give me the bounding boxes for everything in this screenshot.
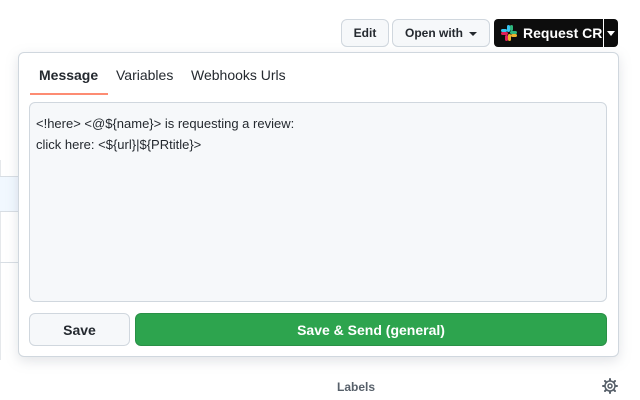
active-tab-indicator: [30, 93, 108, 95]
background-list-row: [0, 176, 20, 212]
request-cr-button[interactable]: Request CR: [494, 19, 603, 47]
tab-message[interactable]: Message: [39, 67, 98, 83]
popover-tabs: Message Variables Webhooks Urls: [19, 53, 618, 95]
message-line: click here: <${url}|${PRtitle}>: [36, 137, 202, 152]
open-with-label: Open with: [405, 26, 463, 40]
background-list-row: [0, 262, 20, 263]
labels-heading: Labels: [337, 380, 376, 394]
save-button-label: Save: [63, 321, 96, 338]
edit-button-label: Edit: [353, 26, 377, 40]
slack-icon: [501, 25, 517, 41]
request-cr-dropdown[interactable]: [603, 19, 618, 47]
open-with-button[interactable]: Open with: [392, 19, 490, 47]
request-cr-popover: Message Variables Webhooks Urls <!here> …: [18, 52, 619, 357]
edit-button[interactable]: Edit: [341, 19, 389, 47]
save-and-send-label: Save & Send (general): [297, 321, 445, 338]
message-textarea[interactable]: <!here> <@${name}> is requesting a revie…: [29, 102, 607, 302]
tab-webhooks-urls[interactable]: Webhooks Urls: [191, 67, 286, 83]
chevron-down-icon: [469, 31, 477, 36]
save-button[interactable]: Save: [29, 313, 130, 346]
chevron-down-icon: [607, 30, 615, 36]
request-cr-label: Request CR: [523, 25, 603, 41]
message-line: <!here> <@${name}> is requesting a revie…: [36, 116, 295, 131]
gear-icon[interactable]: [602, 378, 618, 394]
save-and-send-button[interactable]: Save & Send (general): [135, 313, 607, 346]
tab-variables[interactable]: Variables: [116, 67, 173, 83]
